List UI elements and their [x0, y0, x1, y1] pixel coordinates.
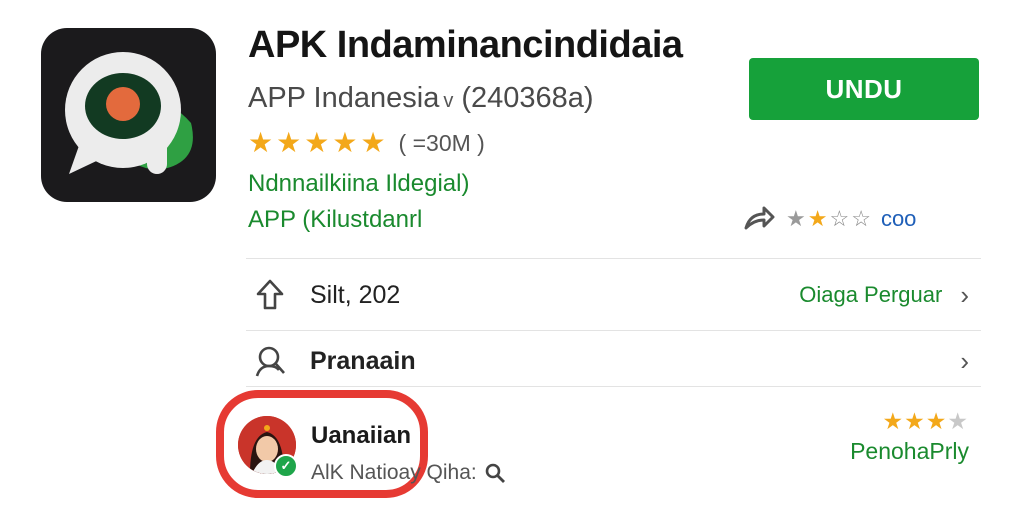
app-subtitle: APP Indanesia v (240368a) — [248, 82, 594, 115]
row-permissions[interactable]: Pranaain › — [246, 336, 981, 386]
star-icon: ★ — [925, 408, 947, 434]
star-icon: ★ — [276, 127, 302, 158]
star-outline-icon[interactable]: ☆ — [851, 204, 871, 234]
star-icon[interactable]: ★ — [786, 204, 806, 234]
magnify-person-icon — [255, 346, 285, 377]
star-icon: ★ — [360, 127, 386, 158]
star-icon: ★ — [882, 408, 904, 434]
star-icon[interactable]: ★ — [808, 204, 828, 234]
app-icon — [41, 28, 216, 202]
chevron-right-icon[interactable]: › — [960, 346, 969, 377]
install-button[interactable]: UNDU — [749, 58, 979, 120]
upload-icon — [256, 279, 284, 310]
review-count: ( =30M ) — [398, 129, 485, 156]
review-meta: AlK Natioay Qiha: — [311, 461, 507, 485]
subtitle-text: APP Indanesia — [248, 82, 440, 114]
star-icon: ★ — [332, 127, 358, 158]
star-icon: ★ — [947, 408, 968, 434]
star-icon: ★ — [904, 408, 925, 434]
chevron-right-icon[interactable]: › — [960, 280, 969, 311]
verified-check-icon: ✓ — [274, 454, 298, 478]
rate-widget: ★ ★ ☆ ☆ coo — [742, 204, 916, 234]
star-icon: ★ — [304, 127, 330, 158]
app-rating: ★ ★ ★ ★ ★ ( =30M ) — [248, 128, 485, 158]
star-icon: ★ — [248, 127, 274, 158]
review-link[interactable]: PenohaPrly — [850, 438, 969, 465]
share-icon[interactable] — [742, 204, 776, 234]
divider — [246, 330, 981, 331]
row-link[interactable]: Oiaga Perguar — [799, 282, 942, 308]
divider — [246, 386, 981, 387]
star-outline-icon[interactable]: ☆ — [829, 204, 849, 234]
row-update[interactable]: Silt, 202 Oiaga Perguar › — [246, 270, 981, 320]
reviewer-name: Uanaiian — [311, 422, 412, 449]
review-item[interactable]: ✓ Uanaiian AlK Natioay Qiha: ★ ★ ★ ★ Pen… — [216, 388, 981, 500]
row-label: Pranaain — [310, 346, 416, 375]
chevron-down-icon[interactable]: v — [443, 90, 453, 112]
search-icon[interactable] — [483, 461, 507, 485]
review-meta-text: AlK Natioay Qiha: — [311, 461, 477, 484]
row-label: Silt, 202 — [310, 280, 401, 309]
subtitle-tag: (240368a) — [461, 82, 594, 114]
category-link[interactable]: APP (Kilustdanrl — [248, 206, 422, 234]
chat-bubble-record-icon — [65, 52, 193, 174]
app-title: APK Indaminancindidaia — [248, 24, 683, 66]
developer-link[interactable]: Ndnnailkiina Ildegial) — [248, 170, 469, 198]
rate-label[interactable]: coo — [881, 206, 916, 232]
review-rating: ★ ★ ★ ★ — [883, 406, 970, 436]
divider — [246, 258, 981, 259]
